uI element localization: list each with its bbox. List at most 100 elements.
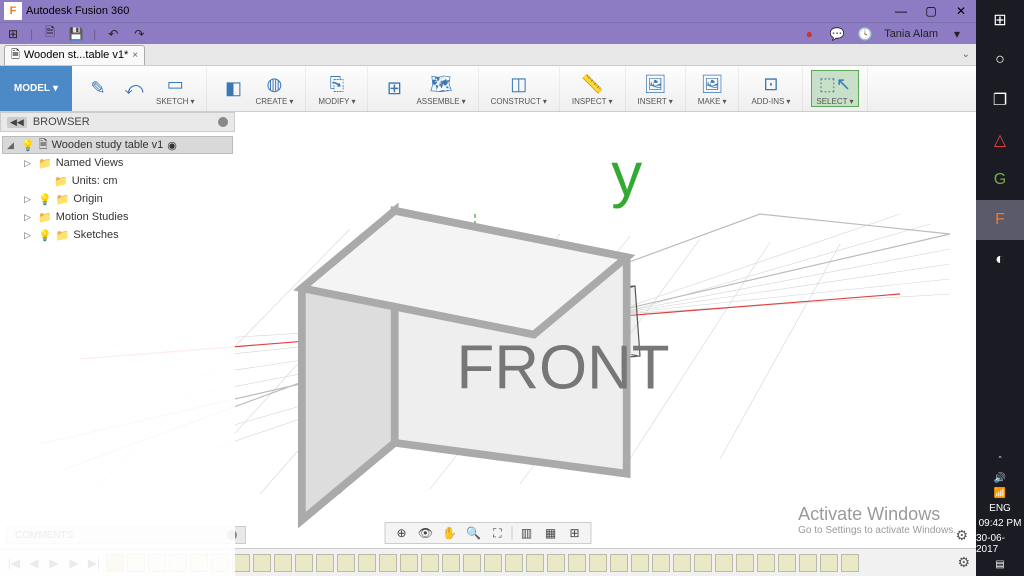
settings-gear-icon[interactable]: ⚙ xyxy=(955,527,968,544)
timeline-frame[interactable] xyxy=(358,554,376,572)
save-icon[interactable]: 💾 xyxy=(67,25,85,43)
timeline-frame[interactable] xyxy=(736,554,754,572)
taskbar-icon[interactable]: G xyxy=(976,160,1024,200)
browser-header[interactable]: ◀◀ BROWSER xyxy=(0,112,235,132)
timeline-frame[interactable] xyxy=(778,554,796,572)
app-grid-icon[interactable]: ⊞ xyxy=(4,25,22,43)
tree-item[interactable]: ▷📁Named Views xyxy=(2,154,233,172)
user-menu-icon[interactable]: ▾ xyxy=(948,25,966,43)
tree-item[interactable]: 📁Units: cm xyxy=(2,172,233,190)
timeline-frame[interactable] xyxy=(253,554,271,572)
document-tab[interactable]: 🗎 Wooden st...table v1* × xyxy=(4,45,145,65)
taskbar-icon[interactable]: ⊞ xyxy=(976,0,1024,40)
expand-ribbon-icon[interactable]: ⌄ xyxy=(962,49,970,60)
minimize-button[interactable]: — xyxy=(886,0,916,22)
timeline-frame[interactable] xyxy=(841,554,859,572)
document-icon: 🗎 xyxy=(11,46,20,65)
tree-item[interactable]: ▷📁Motion Studies xyxy=(2,208,233,226)
toolbar: MODEL▾ ✎⤺▭SKETCH▾ ◧◍CREATE▾ ⎘MODIFY▾ ⊞🗺ASSE… xyxy=(0,66,976,112)
make-button[interactable]: 🖼MAKE▾ xyxy=(694,71,731,106)
timeline-frame[interactable] xyxy=(715,554,733,572)
fit-icon[interactable]: ⛶ xyxy=(488,524,508,542)
timeline-frame[interactable] xyxy=(547,554,565,572)
assemble-button[interactable]: 🗺ASSEMBLE▾ xyxy=(412,71,469,106)
assemble-button[interactable]: ⊞ xyxy=(376,76,412,102)
modify-button[interactable]: ⎘MODIFY▾ xyxy=(314,71,359,106)
network-icon[interactable]: 📶 xyxy=(994,488,1006,499)
windows-taskbar: ⊞○❐△GF◐ ＾ 🔊 📶 ENG 09:42 PM 30-06-2017 ▤ xyxy=(976,0,1024,576)
volume-icon[interactable]: 🔊 xyxy=(994,473,1006,484)
activation-watermark: Activate Windows Go to Settings to activ… xyxy=(798,504,956,536)
select-button[interactable]: ⬚↖SELECT▾ xyxy=(811,70,858,107)
maximize-button[interactable]: ▢ xyxy=(916,0,946,22)
timeline-frame[interactable] xyxy=(484,554,502,572)
svg-text:FRONT: FRONT xyxy=(457,334,670,403)
timeline-frame[interactable] xyxy=(421,554,439,572)
notifications-icon[interactable]: ▤ xyxy=(995,559,1004,570)
timeline-frame[interactable] xyxy=(274,554,292,572)
timeline-frame[interactable] xyxy=(589,554,607,572)
timeline-frame[interactable] xyxy=(337,554,355,572)
inspect-button[interactable]: 📏INSPECT▾ xyxy=(568,71,617,106)
timeline-frame[interactable] xyxy=(568,554,586,572)
add-ins-button[interactable]: ⊡ADD-INS▾ xyxy=(747,71,794,106)
timeline-frame[interactable] xyxy=(820,554,838,572)
taskbar-icon[interactable]: ○ xyxy=(976,40,1024,80)
viewports-icon[interactable]: ⊞ xyxy=(565,524,585,542)
grid-settings-icon[interactable]: ▦ xyxy=(541,524,561,542)
timeline-settings-icon[interactable]: ⚙ xyxy=(957,554,970,571)
insert-button[interactable]: 🖼INSERT▾ xyxy=(634,71,677,106)
timeline-frame[interactable] xyxy=(799,554,817,572)
taskbar-icon[interactable]: ❐ xyxy=(976,80,1024,120)
sketch-button[interactable]: ▭SKETCH▾ xyxy=(152,71,198,106)
clock-date[interactable]: 30-06-2017 xyxy=(976,533,1024,555)
timeline-frame[interactable] xyxy=(652,554,670,572)
pan-icon[interactable]: ✋ xyxy=(440,524,460,542)
tree-root-toggle[interactable]: ◉ xyxy=(167,139,177,152)
timeline-frame[interactable] xyxy=(379,554,397,572)
timeline-frame[interactable] xyxy=(505,554,523,572)
chat-icon[interactable]: 💬 xyxy=(828,25,846,43)
timeline-frame[interactable] xyxy=(673,554,691,572)
close-button[interactable]: ✕ xyxy=(946,0,976,22)
browser-options-icon[interactable] xyxy=(218,117,228,127)
tree-item[interactable]: ▷💡📁Origin xyxy=(2,190,233,208)
workspace-button[interactable]: MODEL▾ xyxy=(0,66,72,111)
look-icon[interactable]: 👁 xyxy=(416,524,436,542)
tray-expand-icon[interactable]: ＾ xyxy=(995,454,1005,469)
language-indicator[interactable]: ENG xyxy=(989,503,1011,514)
record-icon[interactable]: ● xyxy=(800,25,818,43)
timeline-frame[interactable] xyxy=(295,554,313,572)
timeline-frame[interactable] xyxy=(316,554,334,572)
construct-button[interactable]: ◫CONSTRUCT▾ xyxy=(487,71,551,106)
timeline-frame[interactable] xyxy=(526,554,544,572)
undo-icon[interactable]: ↶ xyxy=(104,25,122,43)
pin-icon[interactable]: ◀◀ xyxy=(7,117,27,128)
close-tab-icon[interactable]: × xyxy=(132,50,138,61)
sketch-button[interactable]: ⤺ xyxy=(116,76,152,102)
sketch-button[interactable]: ✎ xyxy=(80,76,116,102)
timeline-frame[interactable] xyxy=(694,554,712,572)
redo-icon[interactable]: ↷ xyxy=(130,25,148,43)
clock-icon[interactable]: 🕓 xyxy=(856,25,874,43)
display-settings-icon[interactable]: ▥ xyxy=(517,524,537,542)
timeline-frame[interactable] xyxy=(757,554,775,572)
create-button[interactable]: ◍CREATE▾ xyxy=(251,71,297,106)
tree-root[interactable]: ◢ 💡 🗎 Wooden study table v1 ◉ xyxy=(2,136,233,154)
timeline-frame[interactable] xyxy=(400,554,418,572)
orbit-icon[interactable]: ⊕ xyxy=(392,524,412,542)
taskbar-icon[interactable]: △ xyxy=(976,120,1024,160)
clock-time[interactable]: 09:42 PM xyxy=(979,518,1022,529)
modify-label: MODIFY▾ xyxy=(318,97,355,106)
taskbar-icon[interactable]: ◐ xyxy=(976,240,1024,280)
create-button[interactable]: ◧ xyxy=(215,76,251,102)
new-file-icon[interactable]: 🗎 xyxy=(41,25,59,43)
user-name[interactable]: Tania Alam xyxy=(884,28,938,40)
taskbar-icon[interactable]: F xyxy=(976,200,1024,240)
timeline-frame[interactable] xyxy=(631,554,649,572)
timeline-frame[interactable] xyxy=(463,554,481,572)
timeline-frame[interactable] xyxy=(442,554,460,572)
timeline-frame[interactable] xyxy=(610,554,628,572)
zoom-icon[interactable]: 🔍 xyxy=(464,524,484,542)
tree-item[interactable]: ▷💡📁Sketches xyxy=(2,226,233,244)
